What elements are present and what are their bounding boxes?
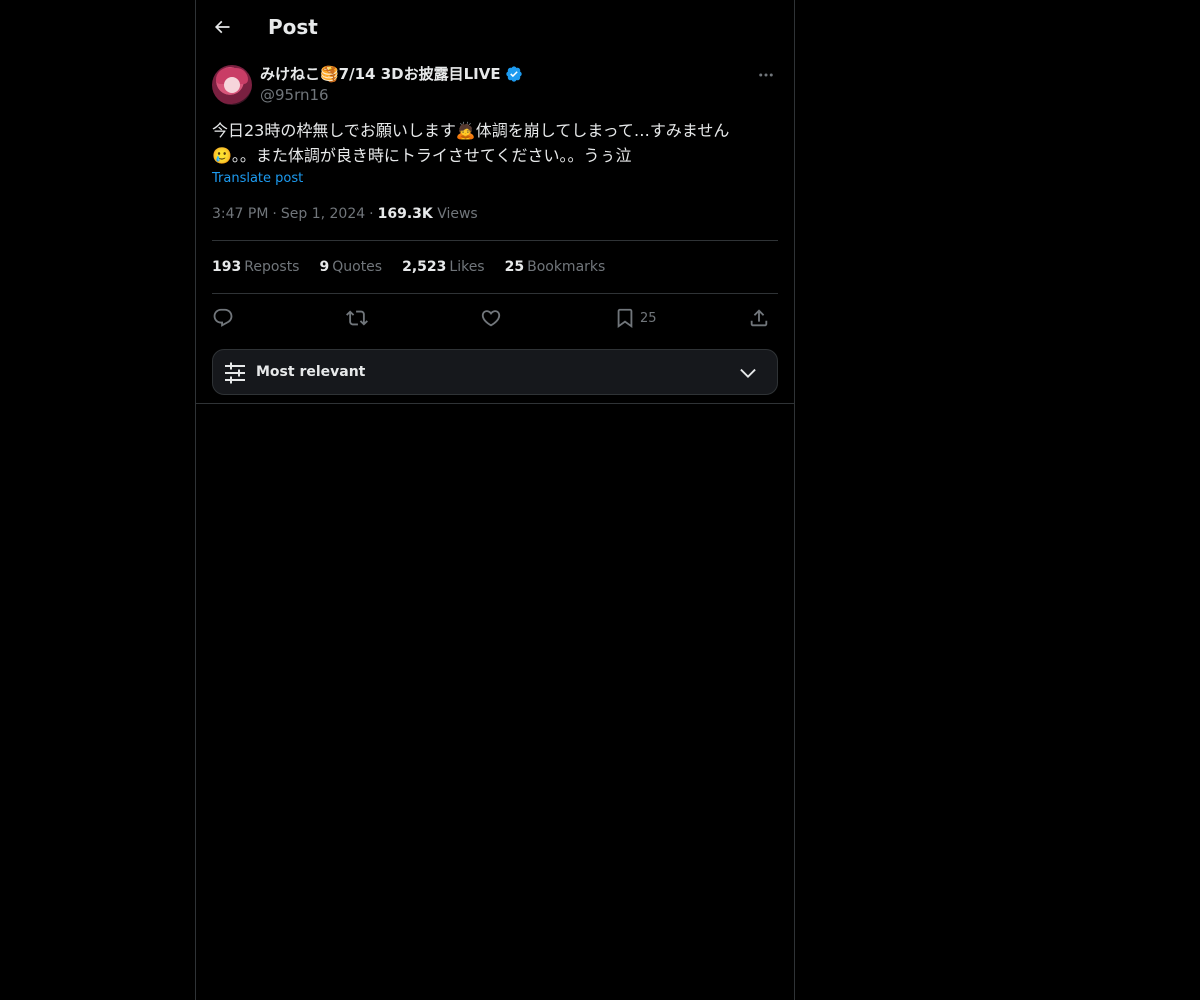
heart-icon [481,310,501,327]
divider [196,403,794,404]
sort-label: Most relevant [256,364,366,380]
translate-post-link[interactable]: Translate post [212,170,303,188]
avatar[interactable] [212,65,252,105]
post-text: 今日23時の枠無しでお願いします🙇体調を崩してしまって…すみません 🥲。。また体… [212,118,778,168]
engagement-stats: 193 Reposts 9 Quotes 2,523 Likes 25 Bookmark… [212,257,605,277]
divider [212,293,778,294]
arrow-left-icon [214,20,230,34]
bookmark-count: 25 [640,310,657,326]
chevron-down-icon [740,368,756,378]
reposts-stat[interactable]: 193 Reposts [212,257,299,277]
like-button[interactable] [480,302,502,334]
views-count: 169.3K [377,206,433,222]
repost-icon [346,310,368,326]
reply-button[interactable] [212,302,234,334]
post-meta: 3:47 PM · Sep 1, 2024 · 169.3K Views [212,206,478,222]
bookmarks-stat[interactable]: 25 Bookmarks [505,257,606,277]
page-title: Post [268,15,318,39]
post-text-line: 🥲。。また体調が良き時にトライさせてください。。うぅ泣 [212,146,632,165]
repost-button[interactable] [346,302,368,334]
divider [212,240,778,241]
sliders-icon [225,362,245,384]
sort-replies-dropdown[interactable]: Most relevant [212,349,778,395]
action-bar: 25 [212,302,778,334]
more-horizontal-icon [759,73,773,77]
views-label: Views [437,206,478,222]
back-button[interactable] [206,11,238,43]
bookmark-button[interactable]: 25 [614,302,657,334]
reply-icon [213,308,233,327]
verified-badge-icon [505,66,522,82]
page-header: Post [196,0,794,54]
share-button[interactable] [748,302,770,334]
author-name-link[interactable]: みけねこ🥞7/14 3Dお披露目LIVE [260,64,523,84]
bookmark-icon [617,308,633,329]
quotes-stat[interactable]: 9 Quotes [319,257,382,277]
post-time[interactable]: 3:47 PM [212,206,268,222]
author-row: みけねこ🥞7/14 3Dお披露目LIVE @95rn16 [212,64,778,108]
post-column: Post みけねこ🥞7/14 3Dお披露目LIVE @95rn16 今日23時の… [195,0,795,1000]
likes-stat[interactable]: 2,523 Likes [402,257,485,277]
post-text-line: 今日23時の枠無しでお願いします🙇体調を崩してしまって…すみません [212,121,730,140]
author-display-name: みけねこ🥞7/14 3Dお披露目LIVE [260,65,501,83]
more-options-button[interactable] [754,64,778,86]
author-handle[interactable]: @95rn16 [260,85,329,105]
share-icon [750,309,768,327]
post-date[interactable]: Sep 1, 2024 [281,206,365,222]
